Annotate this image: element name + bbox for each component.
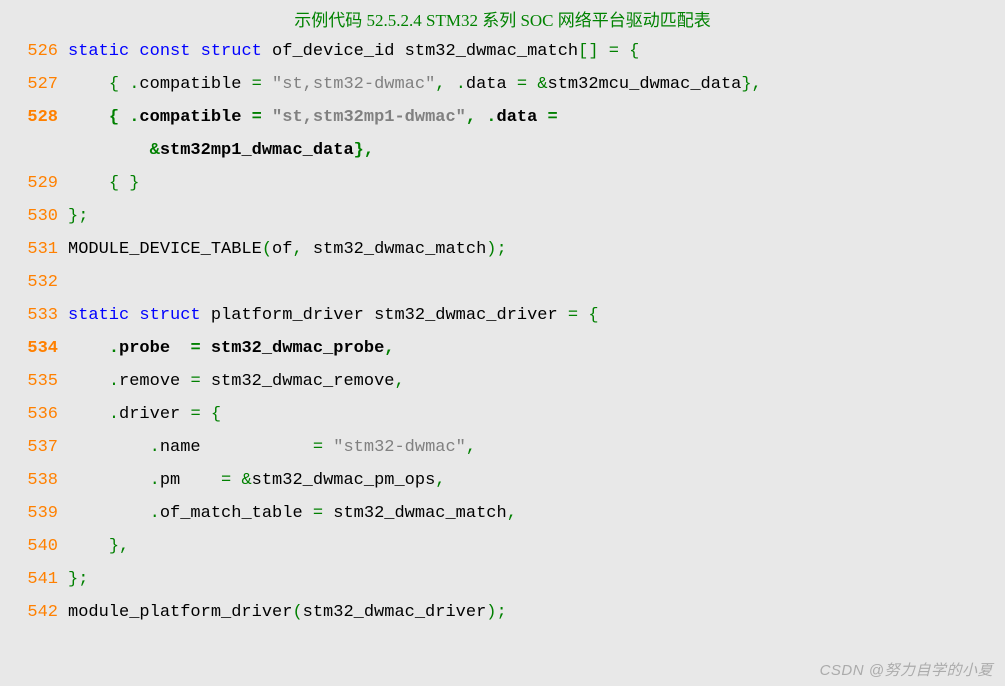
code-line: 540 }, bbox=[0, 530, 1005, 563]
code-line: 541}; bbox=[0, 563, 1005, 596]
line-number: 530 bbox=[18, 207, 68, 226]
code-content: .remove = stm32_dwmac_remove, bbox=[68, 372, 405, 391]
line-number: 528 bbox=[18, 108, 68, 127]
line-number: 532 bbox=[18, 273, 68, 292]
code-content: .probe = stm32_dwmac_probe, bbox=[68, 339, 394, 358]
code-content: .driver = { bbox=[68, 405, 221, 424]
code-line: 539 .of_match_table = stm32_dwmac_match, bbox=[0, 497, 1005, 530]
code-content: MODULE_DEVICE_TABLE(of, stm32_dwmac_matc… bbox=[68, 240, 507, 259]
line-number: 536 bbox=[18, 405, 68, 424]
watermark: CSDN @努力自学的小夏 bbox=[820, 659, 993, 680]
code-listing: 示例代码 52.5.2.4 STM32 系列 SOC 网络平台驱动匹配表 526… bbox=[0, 0, 1005, 629]
code-line: 542module_platform_driver(stm32_dwmac_dr… bbox=[0, 596, 1005, 629]
code-content: }; bbox=[68, 207, 88, 226]
code-line: 535 .remove = stm32_dwmac_remove, bbox=[0, 365, 1005, 398]
listing-title: 示例代码 52.5.2.4 STM32 系列 SOC 网络平台驱动匹配表 bbox=[0, 4, 1005, 35]
code-content: .of_match_table = stm32_dwmac_match, bbox=[68, 504, 517, 523]
line-number: 527 bbox=[18, 75, 68, 94]
line-number: 538 bbox=[18, 471, 68, 490]
code-body: 526static const struct of_device_id stm3… bbox=[0, 35, 1005, 629]
code-content: static const struct of_device_id stm32_d… bbox=[68, 42, 639, 61]
code-content: { .compatible = "st,stm32-dwmac", .data … bbox=[68, 75, 762, 94]
line-number: 535 bbox=[18, 372, 68, 391]
code-line: 526static const struct of_device_id stm3… bbox=[0, 35, 1005, 68]
line-number: 541 bbox=[18, 570, 68, 589]
line-number: 526 bbox=[18, 42, 68, 61]
code-content: .name = "stm32-dwmac", bbox=[68, 438, 476, 457]
code-content: module_platform_driver(stm32_dwmac_drive… bbox=[68, 603, 507, 622]
code-line: 538 .pm = &stm32_dwmac_pm_ops, bbox=[0, 464, 1005, 497]
code-line: 527 { .compatible = "st,stm32-dwmac", .d… bbox=[0, 68, 1005, 101]
code-content: { .compatible = "st,stm32mp1-dwmac", .da… bbox=[68, 108, 558, 127]
code-content: }, bbox=[68, 537, 129, 556]
code-content: }; bbox=[68, 570, 88, 589]
code-line: 536 .driver = { bbox=[0, 398, 1005, 431]
code-line: 532 bbox=[0, 266, 1005, 299]
line-number: 531 bbox=[18, 240, 68, 259]
code-line: 531MODULE_DEVICE_TABLE(of, stm32_dwmac_m… bbox=[0, 233, 1005, 266]
line-number: 542 bbox=[18, 603, 68, 622]
line-number: 540 bbox=[18, 537, 68, 556]
line-number: 529 bbox=[18, 174, 68, 193]
code-content: { } bbox=[68, 174, 139, 193]
code-line: 534 .probe = stm32_dwmac_probe, bbox=[0, 332, 1005, 365]
code-content: static struct platform_driver stm32_dwma… bbox=[68, 306, 599, 325]
line-number: 533 bbox=[18, 306, 68, 325]
code-content: &stm32mp1_dwmac_data}, bbox=[68, 141, 374, 160]
code-line: &stm32mp1_dwmac_data}, bbox=[0, 134, 1005, 167]
code-line: 528 { .compatible = "st,stm32mp1-dwmac",… bbox=[0, 101, 1005, 134]
code-line: 533static struct platform_driver stm32_d… bbox=[0, 299, 1005, 332]
line-number: 534 bbox=[18, 339, 68, 358]
code-line: 537 .name = "stm32-dwmac", bbox=[0, 431, 1005, 464]
code-line: 529 { } bbox=[0, 167, 1005, 200]
line-number: 539 bbox=[18, 504, 68, 523]
code-content: .pm = &stm32_dwmac_pm_ops, bbox=[68, 471, 446, 490]
code-line: 530}; bbox=[0, 200, 1005, 233]
line-number: 537 bbox=[18, 438, 68, 457]
